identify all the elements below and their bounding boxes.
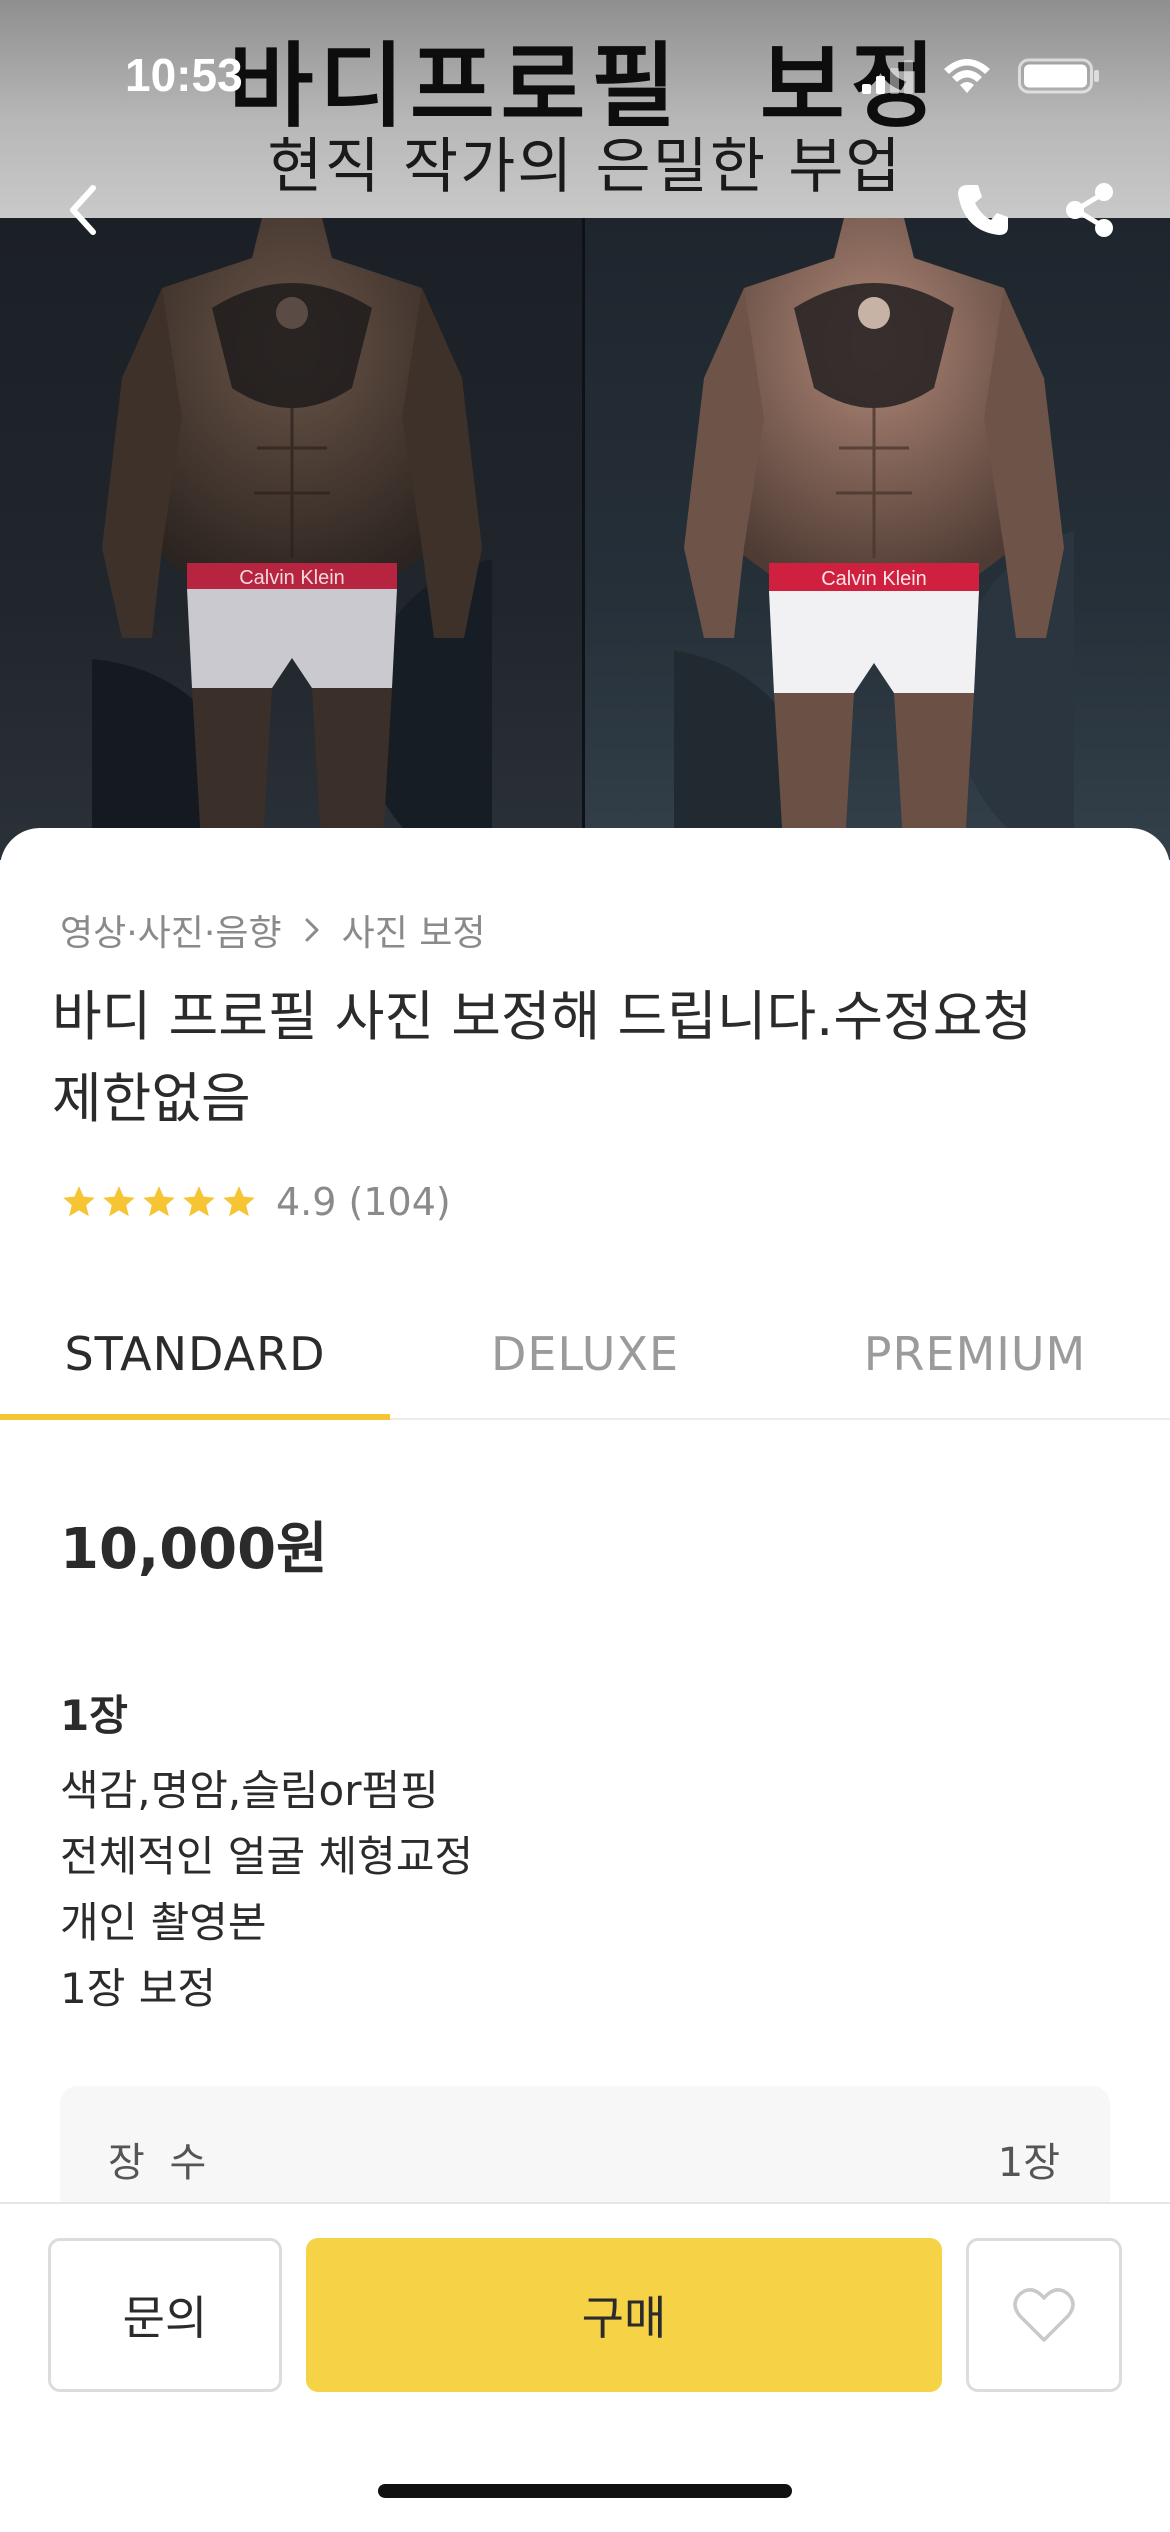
- like-button[interactable]: [966, 2238, 1122, 2392]
- photo-divider: [582, 218, 585, 860]
- status-time: 10:53: [125, 49, 243, 101]
- package-line: 색감,명암,슬림or펌핑: [60, 1766, 439, 1815]
- buy-button[interactable]: 구매: [306, 2238, 942, 2392]
- breadcrumb: 영상·사진·음향 사진 보정: [60, 904, 486, 956]
- product-title-line-1: 바디 프로필 사진 보정해 드립니다.수정요청: [52, 985, 1033, 1048]
- after-photo: Calvin Klein: [584, 218, 1170, 860]
- battery-icon: [1018, 58, 1099, 94]
- package-line: 1장 보정: [60, 1964, 216, 2013]
- star-icon: [103, 1186, 135, 1217]
- breadcrumb-category[interactable]: 영상·사진·음향: [60, 904, 282, 956]
- product-title-line-2: 제한없음: [52, 1067, 251, 1130]
- share-icon: [1066, 183, 1113, 237]
- rating[interactable]: 4.9 (104): [60, 1180, 451, 1224]
- product-detail-sheet: 영상·사진·음향 사진 보정 바디 프로필 사진 보정해 드립니다.수정요청 제…: [0, 828, 1170, 2246]
- rating-stars: [60, 1183, 258, 1221]
- tab-standard[interactable]: STANDARD: [0, 1288, 390, 1420]
- package-name: 1장: [60, 1691, 128, 1740]
- inquiry-button[interactable]: 문의: [48, 2238, 282, 2392]
- star-icon: [223, 1186, 255, 1217]
- tab-premium[interactable]: PREMIUM: [780, 1288, 1170, 1420]
- breadcrumb-subcategory[interactable]: 사진 보정: [342, 904, 486, 956]
- phone-icon: [958, 185, 1008, 235]
- package-tabs: STANDARD DELUXE PREMIUM: [0, 1288, 1170, 1420]
- spec-label: 장 수: [108, 2140, 213, 2186]
- product-title: 바디 프로필 사진 보정해 드립니다.수정요청 제한없음: [52, 976, 1112, 1140]
- home-indicator: [378, 2484, 792, 2498]
- active-tab-indicator: [0, 1414, 390, 1420]
- chevron-right-icon: [305, 918, 319, 942]
- chevron-left-icon: [70, 185, 96, 235]
- rating-value: 4.9 (104): [276, 1180, 451, 1224]
- package-price: 10,000원: [60, 1517, 328, 1582]
- bottom-action-bar: 문의 구매: [0, 2202, 1170, 2532]
- status-icons: [862, 56, 1100, 96]
- share-button[interactable]: [1055, 175, 1125, 245]
- before-photo: Calvin Klein: [0, 218, 584, 860]
- package-line: 개인 촬영본: [60, 1898, 267, 1947]
- cellular-signal-icon: [862, 60, 913, 94]
- star-icon: [63, 1186, 95, 1217]
- hero-image: 바디프로필 보정 현직 작가의 은밀한 부업 Calvin Klein Calv…: [0, 0, 1170, 860]
- wifi-icon: [944, 59, 990, 93]
- body-figure-after: Calvin Klein: [674, 218, 1074, 860]
- tab-deluxe[interactable]: DELUXE: [390, 1288, 780, 1420]
- star-icon: [183, 1186, 215, 1217]
- back-button[interactable]: [48, 175, 118, 245]
- call-button[interactable]: [948, 175, 1018, 245]
- heart-icon: [1013, 2288, 1075, 2342]
- package-line: 전체적인 얼굴 체형교정: [60, 1832, 474, 1881]
- underwear-brand-before: Calvin Klein: [239, 567, 345, 589]
- underwear-brand-after: Calvin Klein: [821, 568, 927, 590]
- body-figure-before: Calvin Klein: [92, 218, 492, 860]
- star-icon: [143, 1186, 175, 1217]
- spec-value: 1장: [997, 2140, 1060, 2186]
- package-description: 색감,명암,슬림or펌핑 전체적인 얼굴 체형교정 개인 촬영본 1장 보정: [60, 1758, 473, 2022]
